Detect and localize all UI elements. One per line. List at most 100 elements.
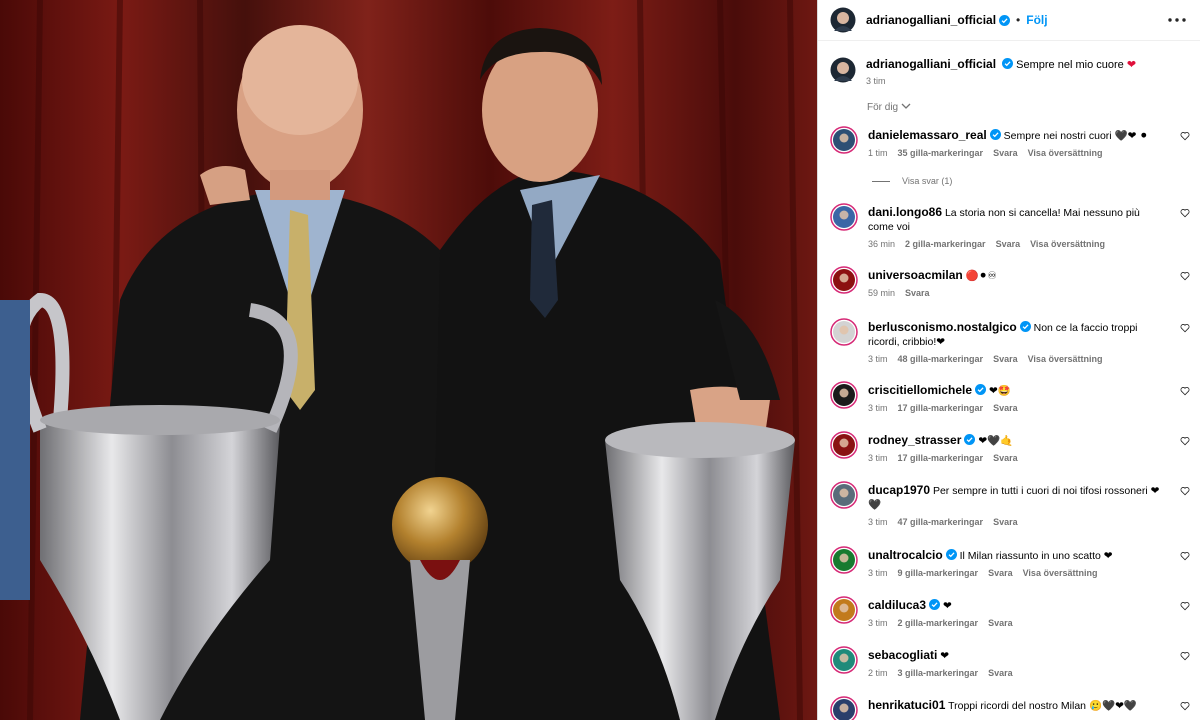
commenter-avatar[interactable] — [830, 126, 858, 154]
commenter-avatar[interactable] — [830, 546, 858, 574]
caption-avatar[interactable] — [830, 57, 856, 83]
comment-likes[interactable]: 48 gilla-markeringar — [898, 354, 984, 364]
reply-button[interactable]: Svara — [993, 354, 1018, 364]
commenter-avatar[interactable] — [830, 318, 858, 346]
commenter-username[interactable]: sebacogliati — [868, 648, 937, 662]
comment-item: henrikatuci01 Troppi ricordi del nostro … — [818, 696, 1200, 720]
comment-time: 3 tim — [868, 568, 888, 578]
comment-text: ❤🖤🤙 — [978, 435, 1014, 447]
commenter-username[interactable]: berlusconismo.nostalgico — [868, 320, 1017, 334]
verified-badge-icon — [975, 384, 987, 395]
comment-meta: 3 tim 47 gilla-markeringar Svara — [868, 517, 1162, 527]
chevron-down-icon — [901, 103, 911, 109]
comment-time: 3 tim — [868, 618, 888, 628]
reply-button[interactable]: Svara — [996, 239, 1021, 249]
author-avatar[interactable] — [830, 7, 856, 33]
translate-button[interactable]: Visa översättning — [1028, 354, 1103, 364]
commenter-username[interactable]: universoacmilan — [868, 268, 963, 282]
like-heart-icon[interactable] — [1180, 651, 1190, 661]
comment-likes[interactable]: 9 gilla-markeringar — [898, 568, 979, 578]
comment-item: universoacmilan 🔴⚫♾ 59 min Svara — [818, 266, 1200, 298]
commenter-username[interactable]: dani.longo86 — [868, 205, 942, 219]
comment-time: 36 min — [868, 239, 896, 249]
follow-button[interactable]: Följ — [1026, 13, 1047, 27]
comment-likes[interactable]: 47 gilla-markeringar — [898, 517, 984, 527]
comment-meta: 3 tim 2 gilla-markeringar Svara — [868, 618, 1162, 628]
comment-text: Il Milan riassunto in uno scatto ❤ — [959, 550, 1113, 562]
like-heart-icon[interactable] — [1180, 601, 1190, 611]
like-heart-icon[interactable] — [1180, 486, 1190, 496]
commenter-avatar[interactable] — [830, 481, 858, 509]
like-heart-icon[interactable] — [1180, 271, 1190, 281]
commenter-username[interactable]: ducap1970 — [868, 483, 930, 497]
comment-time: 3 tim — [868, 517, 888, 527]
comment-likes[interactable]: 2 gilla-markeringar — [898, 618, 979, 628]
comment-time: 3 tim — [868, 354, 888, 364]
more-options-icon[interactable] — [1166, 10, 1188, 30]
comment-item: berlusconismo.nostalgico Non ce la facci… — [818, 318, 1200, 364]
commenter-avatar[interactable] — [830, 203, 858, 231]
like-heart-icon[interactable] — [1180, 131, 1190, 141]
comment-likes[interactable]: 3 gilla-markeringar — [898, 668, 979, 678]
comment-text: Troppi ricordi del nostro Milan 🥲🖤❤🖤 — [948, 700, 1137, 712]
verified-badge-icon — [1002, 58, 1014, 69]
commenter-username[interactable]: unaltrocalcio — [868, 548, 943, 562]
comments-pane: adrianogalliani_official • Följ adrianog… — [817, 0, 1200, 720]
reply-button[interactable]: Svara — [993, 453, 1018, 463]
like-heart-icon[interactable] — [1180, 386, 1190, 396]
like-heart-icon[interactable] — [1180, 701, 1190, 711]
commenter-username[interactable]: criscitiellomichele — [868, 383, 972, 397]
post-photo[interactable] — [0, 0, 817, 720]
comment-meta: 1 tim 35 gilla-markeringar Svara Visa övers… — [868, 148, 1162, 158]
translate-button[interactable]: Visa översättning — [1030, 239, 1105, 249]
like-heart-icon[interactable] — [1180, 323, 1190, 333]
like-heart-icon[interactable] — [1180, 208, 1190, 218]
comment-time: 1 tim — [868, 148, 888, 158]
view-replies-button[interactable]: Visa svar (1) — [872, 176, 952, 186]
comment-likes[interactable]: 35 gilla-markeringar — [898, 148, 984, 158]
commenter-avatar[interactable] — [830, 431, 858, 459]
view-replies-label: Visa svar (1) — [902, 176, 953, 186]
comment-time: 2 tim — [868, 668, 888, 678]
comment-text: ❤🤩 — [988, 385, 1011, 397]
replies-divider — [872, 180, 890, 182]
author-username[interactable]: adrianogalliani_official — [866, 13, 996, 27]
reply-button[interactable]: Svara — [988, 568, 1013, 578]
like-heart-icon[interactable] — [1180, 551, 1190, 561]
commenter-username[interactable]: caldiluca3 — [868, 598, 926, 612]
comment-meta: 36 min 2 gilla-markeringar Svara Visa övers… — [868, 239, 1162, 249]
comment-likes[interactable]: 17 gilla-markeringar — [898, 453, 984, 463]
comment-meta: 3 tim 9 gilla-markeringar Svara Visa översä… — [868, 568, 1162, 578]
caption-time: 3 tim — [866, 76, 886, 86]
comment-likes[interactable]: 2 gilla-markeringar — [905, 239, 986, 249]
for-you-label: För dig — [867, 102, 899, 113]
reply-button[interactable]: Svara — [988, 618, 1013, 628]
like-heart-icon[interactable] — [1180, 436, 1190, 446]
translate-button[interactable]: Visa översättning — [1028, 148, 1103, 158]
photo-illustration — [0, 0, 817, 720]
commenter-avatar[interactable] — [830, 646, 858, 674]
commenter-avatar[interactable] — [830, 696, 858, 720]
commenter-username[interactable]: rodney_strasser — [868, 433, 961, 447]
commenter-username[interactable]: danielemassaro_real — [868, 128, 987, 142]
verified-badge-icon — [989, 129, 1001, 140]
comment-meta: 3 tim 48 gilla-markeringar Svara Visa övers… — [868, 354, 1162, 364]
comment-meta: 3 tim 17 gilla-markeringar Svara — [868, 453, 1162, 463]
caption-text: Sempre nel mio cuore — [1016, 59, 1124, 71]
reply-button[interactable]: Svara — [905, 288, 930, 298]
caption-username[interactable]: adrianogalliani_official — [866, 57, 996, 71]
commenter-avatar[interactable] — [830, 266, 858, 294]
comment-text: ❤ — [942, 600, 952, 612]
commenter-avatar[interactable] — [830, 381, 858, 409]
reply-button[interactable]: Svara — [993, 148, 1018, 158]
commenter-avatar[interactable] — [830, 596, 858, 624]
reply-button[interactable]: Svara — [988, 668, 1013, 678]
for-you-dropdown[interactable]: För dig — [867, 102, 911, 113]
commenter-username[interactable]: henrikatuci01 — [868, 698, 945, 712]
comment-meta: 2 tim 3 gilla-markeringar Svara — [868, 668, 1162, 678]
reply-button[interactable]: Svara — [993, 517, 1018, 527]
comment-likes[interactable]: 17 gilla-markeringar — [898, 403, 984, 413]
translate-button[interactable]: Visa översättning — [1023, 568, 1098, 578]
reply-button[interactable]: Svara — [993, 403, 1018, 413]
comment-meta: 59 min Svara — [868, 288, 1162, 298]
